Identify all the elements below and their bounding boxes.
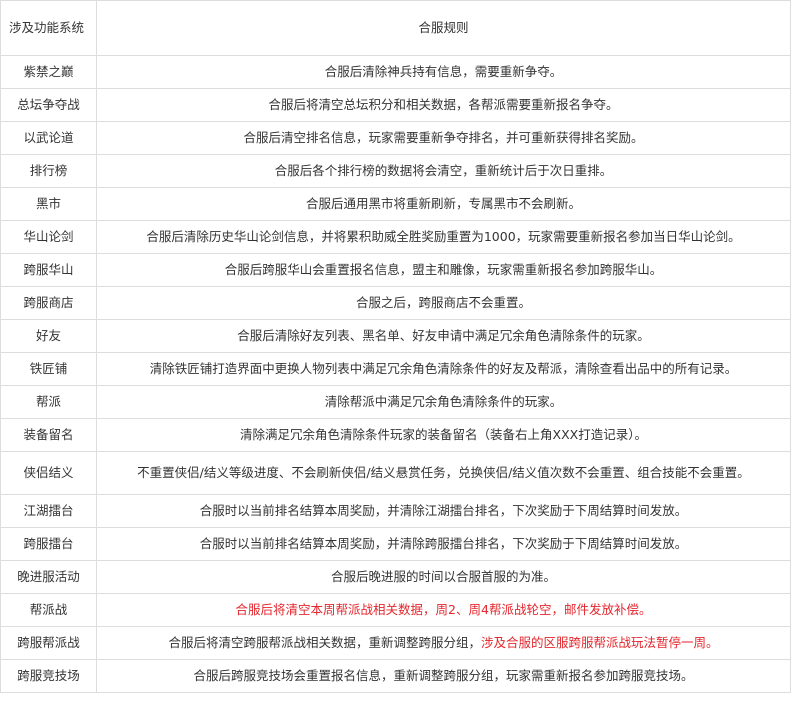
rule-text: 清除满足冗余角色清除条件玩家的装备留名（装备右上角XXX打造记录）。 [240,427,647,442]
rule-cell: 合服后将清空本周帮派战相关数据，周2、周4帮派战轮空，邮件发放补偿。 [96,593,791,627]
rule-text: 合服后各个排行榜的数据将会清空，重新统计后于次日重排。 [274,163,613,178]
rule-cell: 合服后清除历史华山论剑信息，并将累积助威全胜奖励重置为1000，玩家需要重新报名… [96,220,791,254]
rule-cell: 清除铁匠铺打造界面中更换人物列表中满足冗余角色清除条件的好友及帮派，清除查看出品… [96,352,791,386]
rule-text: 合服后通用黑市将重新刷新，专属黑市不会刷新。 [305,196,581,211]
rule-text: 合服之后，跨服商店不会重置。 [355,295,531,310]
rule-text: 合服时以当前排名结算本周奖励，并清除跨服擂台排名，下次奖励于下周结算时间发放。 [199,536,688,551]
table-row: 跨服商店 合服之后，跨服商店不会重置。 [0,286,791,320]
rule-text: 合服后将清空跨服帮派战相关数据，重新调整跨服分组， [168,635,481,650]
table-row: 排行榜 合服后各个排行榜的数据将会清空，重新统计后于次日重排。 [0,154,791,188]
rule-cell: 合服后清空排名信息，玩家需要重新争夺排名，并可重新获得排名奖励。 [96,121,791,155]
rule-cell: 合服之后，跨服商店不会重置。 [96,286,791,320]
table-row: 跨服华山 合服后跨服华山会重置报名信息，盟主和雕像，玩家需重新报名参加跨服华山。 [0,253,791,287]
header-system: 涉及功能系统 [0,0,97,56]
rule-cell: 清除满足冗余角色清除条件玩家的装备留名（装备右上角XXX打造记录）。 [96,418,791,452]
table-body: 紫禁之巅 合服后清除神兵持有信息，需要重新争夺。总坛争夺战 合服后将清空总坛积分和相… [0,55,791,693]
rule-text: 清除铁匠铺打造界面中更换人物列表中满足冗余角色清除条件的好友及帮派，清除查看出品… [149,361,738,376]
system-cell: 铁匠铺 [0,352,97,386]
rule-cell: 合服后将清空总坛积分和相关数据，各帮派需要重新报名争夺。 [96,88,791,122]
rule-text: 合服后清除好友列表、黑名单、好友申请中满足冗余角色清除条件的玩家。 [237,328,650,343]
table-row: 铁匠铺 清除铁匠铺打造界面中更换人物列表中满足冗余角色清除条件的好友及帮派，清除查… [0,352,791,386]
table-row: 总坛争夺战 合服后将清空总坛积分和相关数据，各帮派需要重新报名争夺。 [0,88,791,122]
rule-text: 不重置侠侣/结义等级进度、不会刷新侠侣/结义悬赏任务，兑换侠侣/结义值次数不会重… [137,465,750,480]
table-row: 帮派 清除帮派中满足冗余角色清除条件的玩家。 [0,385,791,419]
table-header-row: 涉及功能系统 合服规则 [0,0,791,56]
table-row: 跨服竞技场 合服后跨服竞技场会重置报名信息，重新调整跨服分组，玩家需重新报名参加跨… [0,659,791,693]
system-cell: 好友 [0,319,97,353]
rule-cell: 合服后通用黑市将重新刷新，专属黑市不会刷新。 [96,187,791,221]
rule-text-highlight: 涉及合服的区服跨服帮派战玩法暂停一周。 [481,635,719,650]
rule-text: 合服后将清空总坛积分和相关数据，各帮派需要重新报名争夺。 [268,97,619,112]
system-cell: 侠侣结义 [0,451,97,495]
rule-text: 合服后跨服竞技场会重置报名信息，重新调整跨服分组，玩家需重新报名参加跨服竞技场。 [193,668,694,683]
system-cell: 跨服竞技场 [0,659,97,693]
rule-cell: 合服后将清空跨服帮派战相关数据，重新调整跨服分组，涉及合服的区服跨服帮派战玩法暂… [96,626,791,660]
system-cell: 帮派 [0,385,97,419]
system-cell: 跨服帮派战 [0,626,97,660]
rule-cell: 合服后各个排行榜的数据将会清空，重新统计后于次日重排。 [96,154,791,188]
rule-cell: 合服后清除好友列表、黑名单、好友申请中满足冗余角色清除条件的玩家。 [96,319,791,353]
rule-cell: 合服后跨服竞技场会重置报名信息，重新调整跨服分组，玩家需重新报名参加跨服竞技场。 [96,659,791,693]
rule-cell: 合服时以当前排名结算本周奖励，并清除江湖擂台排名，下次奖励于下周结算时间发放。 [96,494,791,528]
system-cell: 晚进服活动 [0,560,97,594]
table-row: 晚进服活动 合服后晚进服的时间以合服首服的为准。 [0,560,791,594]
system-cell: 帮派战 [0,593,97,627]
system-cell: 跨服擂台 [0,527,97,561]
system-cell: 华山论剑 [0,220,97,254]
rule-text: 合服后清除神兵持有信息，需要重新争夺。 [324,64,563,79]
rule-text: 清除帮派中满足冗余角色清除条件的玩家。 [324,394,563,409]
table-row: 侠侣结义 不重置侠侣/结义等级进度、不会刷新侠侣/结义悬赏任务，兑换侠侣/结义值次… [0,451,791,495]
rule-cell: 清除帮派中满足冗余角色清除条件的玩家。 [96,385,791,419]
system-cell: 装备留名 [0,418,97,452]
rule-text: 合服后清空排名信息，玩家需要重新争夺排名，并可重新获得排名奖励。 [243,130,644,145]
table-row: 华山论剑 合服后清除历史华山论剑信息，并将累积助威全胜奖励重置为1000，玩家需要… [0,220,791,254]
system-cell: 总坛争夺战 [0,88,97,122]
table-row: 跨服帮派战 合服后将清空跨服帮派战相关数据，重新调整跨服分组，涉及合服的区服跨服帮… [0,626,791,660]
system-cell: 黑市 [0,187,97,221]
system-cell: 紫禁之巅 [0,55,97,89]
header-rule: 合服规则 [96,0,791,56]
rule-cell: 合服时以当前排名结算本周奖励，并清除跨服擂台排名，下次奖励于下周结算时间发放。 [96,527,791,561]
table-row: 跨服擂台 合服时以当前排名结算本周奖励，并清除跨服擂台排名，下次奖励于下周结算时间… [0,527,791,561]
rule-cell: 合服后清除神兵持有信息，需要重新争夺。 [96,55,791,89]
table-row: 紫禁之巅 合服后清除神兵持有信息，需要重新争夺。 [0,55,791,89]
table-row: 以武论道 合服后清空排名信息，玩家需要重新争夺排名，并可重新获得排名奖励。 [0,121,791,155]
table-row: 江湖擂台 合服时以当前排名结算本周奖励，并清除江湖擂台排名，下次奖励于下周结算时间… [0,494,791,528]
system-cell: 跨服商店 [0,286,97,320]
table-row: 好友 合服后清除好友列表、黑名单、好友申请中满足冗余角色清除条件的玩家。 [0,319,791,353]
rule-cell: 不重置侠侣/结义等级进度、不会刷新侠侣/结义悬赏任务，兑换侠侣/结义值次数不会重… [96,451,791,495]
rule-text: 合服后晚进服的时间以合服首服的为准。 [330,569,556,584]
merge-rules-table: 涉及功能系统 合服规则 紫禁之巅 合服后清除神兵持有信息，需要重新争夺。总坛争夺战… [0,0,791,693]
system-cell: 跨服华山 [0,253,97,287]
rule-text: 合服后清除历史华山论剑信息，并将累积助威全胜奖励重置为1000，玩家需要重新报名… [146,229,741,244]
table-row: 帮派战 合服后将清空本周帮派战相关数据，周2、周4帮派战轮空，邮件发放补偿。 [0,593,791,627]
table-row: 装备留名 清除满足冗余角色清除条件玩家的装备留名（装备右上角XXX打造记录）。 [0,418,791,452]
rule-text-highlight: 合服后将清空本周帮派战相关数据，周2、周4帮派战轮空，邮件发放补偿。 [235,602,652,617]
rule-text: 合服后跨服华山会重置报名信息，盟主和雕像，玩家需重新报名参加跨服华山。 [224,262,663,277]
rule-text: 合服时以当前排名结算本周奖励，并清除江湖擂台排名，下次奖励于下周结算时间发放。 [199,503,688,518]
rule-cell: 合服后跨服华山会重置报名信息，盟主和雕像，玩家需重新报名参加跨服华山。 [96,253,791,287]
system-cell: 排行榜 [0,154,97,188]
rule-cell: 合服后晚进服的时间以合服首服的为准。 [96,560,791,594]
table-row: 黑市 合服后通用黑市将重新刷新，专属黑市不会刷新。 [0,187,791,221]
system-cell: 江湖擂台 [0,494,97,528]
system-cell: 以武论道 [0,121,97,155]
